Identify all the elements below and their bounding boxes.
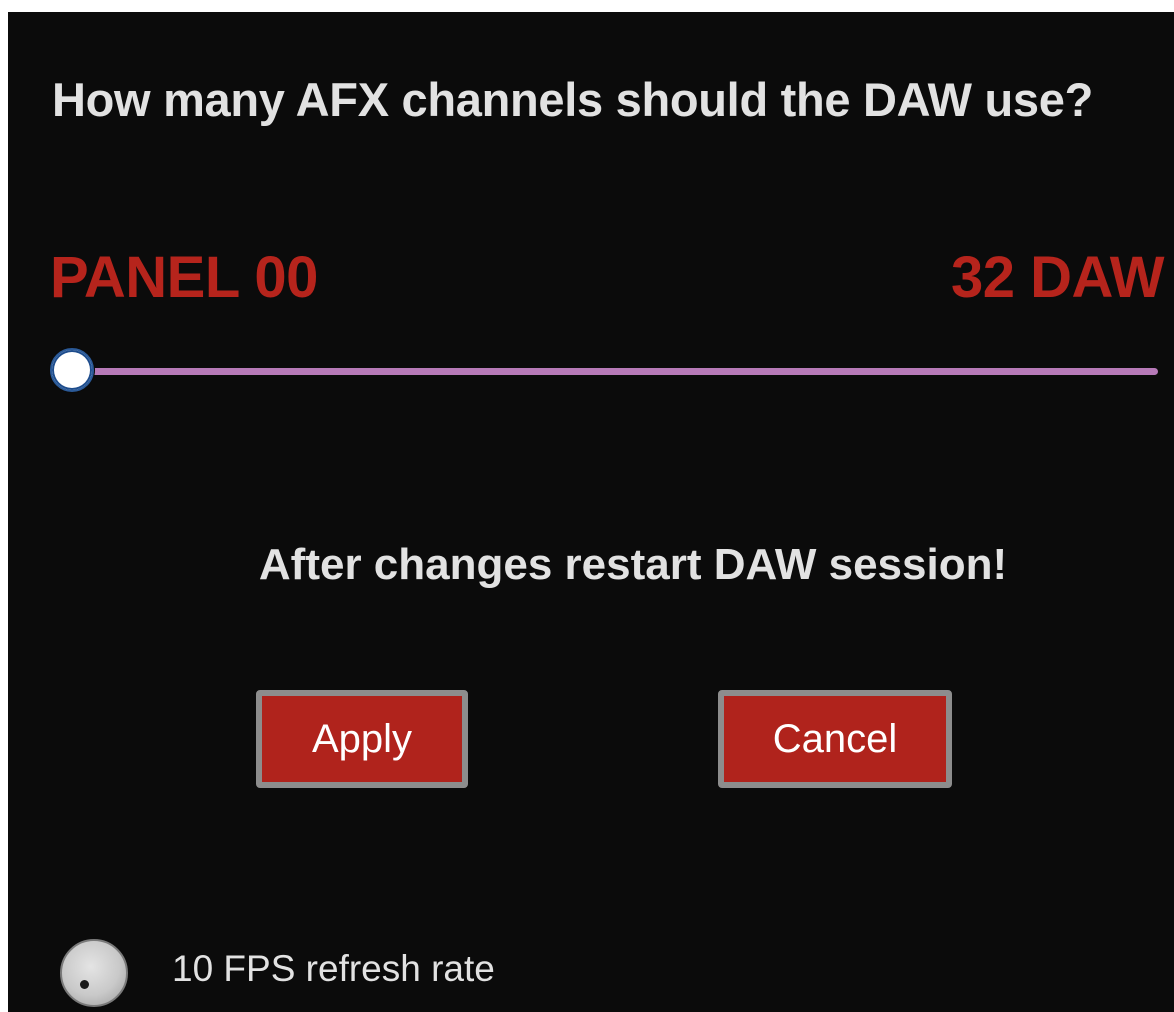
fps-option[interactable]: 10 FPS refresh rate (60, 938, 495, 1008)
slider-thumb[interactable] (50, 348, 94, 392)
slider-track[interactable] (74, 368, 1158, 375)
knob-indicator-dot (80, 980, 89, 989)
restart-notice: After changes restart DAW session! (258, 540, 1008, 589)
range-min-label: PANEL 00 (50, 245, 318, 310)
range-max-label: 32 DAW (951, 245, 1164, 310)
knob-icon[interactable] (60, 939, 128, 1007)
dialog-question: How many AFX channels should the DAW use… (52, 73, 1093, 126)
cancel-button[interactable]: Cancel (718, 690, 952, 788)
apply-button[interactable]: Apply (256, 690, 468, 788)
channels-dialog: How many AFX channels should the DAW use… (8, 12, 1174, 1012)
fps-option-label: 10 FPS refresh rate (172, 948, 495, 989)
channels-slider[interactable] (50, 348, 1158, 394)
